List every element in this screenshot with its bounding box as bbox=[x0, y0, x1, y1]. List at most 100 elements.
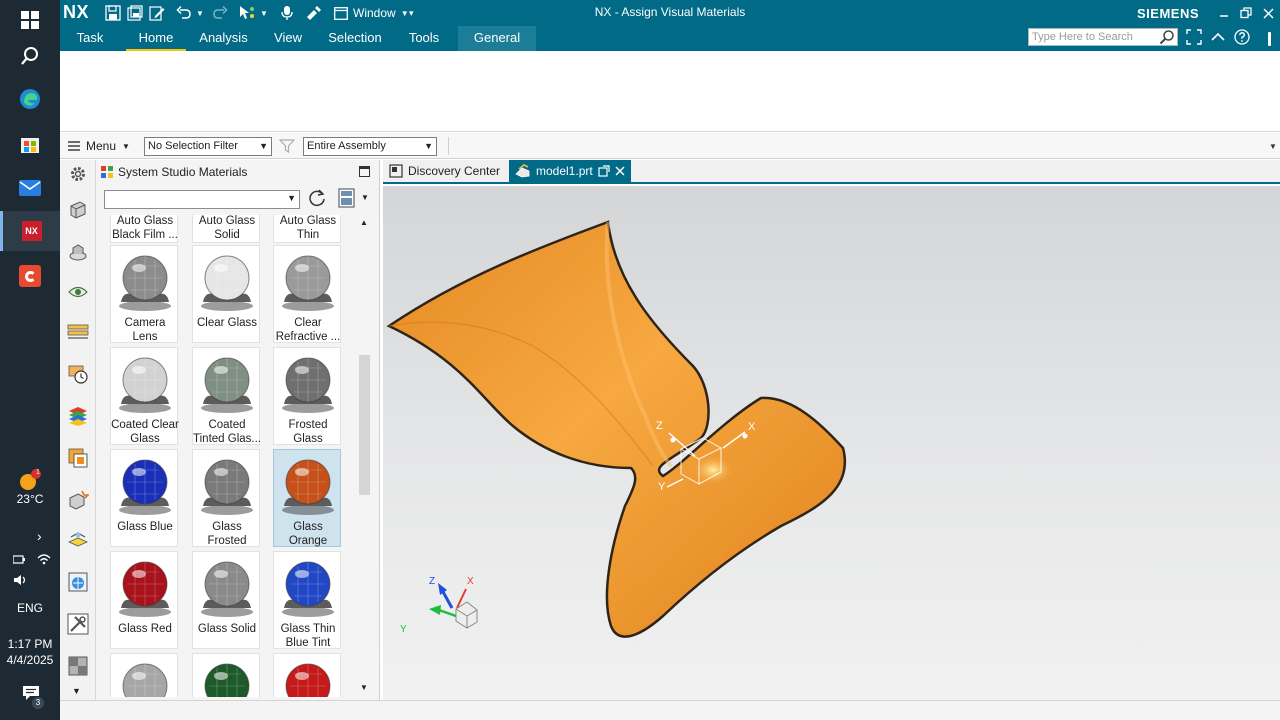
orange-surface-model[interactable] bbox=[386, 220, 847, 638]
tab-selection[interactable]: Selection bbox=[324, 26, 386, 51]
material-tile[interactable]: Glass Red bbox=[110, 551, 178, 649]
view-options-dropdown-icon[interactable]: ▼ bbox=[361, 193, 369, 202]
edge-browser-icon[interactable] bbox=[0, 79, 60, 119]
scrollbar-thumb[interactable] bbox=[359, 355, 370, 495]
roles-icon[interactable] bbox=[66, 528, 90, 552]
selection-filter-select[interactable]: No Selection Filter ▼ bbox=[144, 137, 272, 156]
model1-prt-label: model1.prt bbox=[536, 164, 593, 178]
search-icon[interactable] bbox=[1159, 29, 1175, 50]
material-tile[interactable]: Camera Lens bbox=[110, 245, 178, 343]
save-all-icon[interactable] bbox=[127, 3, 143, 23]
save-icon[interactable] bbox=[105, 3, 121, 23]
filter-icon[interactable] bbox=[278, 138, 296, 157]
history-icon[interactable] bbox=[66, 362, 90, 386]
window-menu[interactable]: Window ▼ bbox=[334, 3, 409, 23]
tab-home[interactable]: Home bbox=[126, 26, 186, 51]
full-screen-icon[interactable] bbox=[1186, 29, 1202, 48]
material-tile[interactable] bbox=[192, 653, 260, 697]
resource-bar-overflow-icon[interactable]: ▼ bbox=[72, 686, 81, 696]
nx-app-icon[interactable]: NX bbox=[0, 211, 60, 251]
layer-icon[interactable] bbox=[66, 446, 90, 470]
view-options-icon[interactable] bbox=[338, 188, 356, 211]
collapse-ribbon-icon[interactable] bbox=[1210, 29, 1226, 48]
input-language[interactable]: ENG bbox=[0, 601, 60, 615]
graphics-viewport[interactable]: Z Y X Z X Y bbox=[383, 186, 1280, 700]
material-category-select[interactable]: ▼ bbox=[104, 190, 300, 209]
material-tile[interactable]: Auto Glass Thin bbox=[273, 215, 341, 243]
volume-icon[interactable] bbox=[13, 574, 29, 589]
camtasia-icon[interactable] bbox=[0, 256, 60, 296]
reuse-library-icon[interactable] bbox=[66, 488, 90, 512]
clock-time[interactable]: 1:17 PM bbox=[0, 637, 60, 651]
undo-icon[interactable] bbox=[176, 3, 192, 23]
scroll-up-icon[interactable]: ▲ bbox=[360, 218, 368, 227]
minimize-icon[interactable] bbox=[1214, 3, 1234, 23]
tab-view[interactable]: View bbox=[269, 26, 307, 51]
visual-materials-icon[interactable] bbox=[66, 404, 90, 428]
material-tile[interactable]: Coated Tinted Glas... bbox=[192, 347, 261, 445]
settings-gear-icon[interactable] bbox=[66, 162, 90, 186]
windows-start-icon[interactable] bbox=[0, 0, 60, 40]
ribbon-options-handle[interactable] bbox=[1268, 32, 1271, 46]
customize-toolbar-icon[interactable]: ▾ bbox=[409, 3, 414, 23]
edit-document-icon[interactable] bbox=[149, 3, 165, 23]
tab-model1-prt[interactable]: model1.prt bbox=[509, 160, 631, 182]
material-tile[interactable]: Glass Solid bbox=[192, 551, 260, 649]
tools-icon[interactable] bbox=[66, 612, 90, 636]
part-navigator-icon[interactable] bbox=[66, 198, 90, 222]
close-window-icon[interactable] bbox=[1258, 3, 1278, 23]
selection-dropdown-icon[interactable]: ▼ bbox=[260, 3, 268, 23]
material-tile[interactable]: Glass Orange bbox=[273, 449, 341, 547]
visibility-eye-icon[interactable] bbox=[66, 280, 90, 304]
system-materials-icon[interactable] bbox=[66, 654, 90, 678]
material-tile[interactable]: Clear Glass bbox=[192, 245, 260, 343]
tab-task[interactable]: Task bbox=[68, 26, 112, 51]
tab-analysis[interactable]: Analysis bbox=[197, 26, 250, 51]
undo-dropdown-icon[interactable]: ▼ bbox=[196, 3, 204, 23]
material-tile[interactable]: Glass Blue bbox=[110, 449, 178, 547]
material-tile[interactable]: Auto Glass Solid bbox=[192, 215, 260, 243]
tab-discovery-center[interactable]: Discovery Center bbox=[383, 160, 506, 182]
material-tile[interactable]: Frosted Glass bbox=[273, 347, 341, 445]
maximize-panel-icon[interactable] bbox=[359, 166, 370, 177]
materials-scrollbar[interactable]: ▲ ▼ bbox=[356, 215, 372, 697]
command-finder-icon[interactable] bbox=[306, 3, 322, 23]
redo-icon[interactable] bbox=[212, 3, 228, 23]
close-tab-icon[interactable] bbox=[615, 166, 625, 176]
web-browser-icon[interactable] bbox=[66, 570, 90, 594]
restore-icon[interactable] bbox=[1236, 3, 1256, 23]
help-icon[interactable] bbox=[1234, 29, 1250, 48]
material-tile[interactable]: Coated Clear Glass bbox=[110, 347, 179, 445]
selection-tools-icon[interactable] bbox=[238, 3, 256, 23]
material-tile[interactable] bbox=[273, 653, 341, 697]
view-triad[interactable]: Z X Y bbox=[400, 576, 478, 635]
menu-button[interactable]: Menu ▼ bbox=[68, 137, 130, 155]
toolbar-divider bbox=[448, 137, 449, 155]
chevron-right-icon[interactable]: › bbox=[37, 528, 42, 544]
wifi-icon[interactable] bbox=[37, 553, 51, 568]
sequence-icon[interactable] bbox=[66, 320, 90, 344]
refresh-icon[interactable] bbox=[307, 188, 327, 211]
material-tile[interactable]: Clear Refractive ... bbox=[273, 245, 341, 343]
material-tile[interactable]: Glass Thin Blue Tint bbox=[273, 551, 341, 649]
mail-icon[interactable] bbox=[0, 168, 60, 208]
search-icon[interactable] bbox=[0, 36, 60, 76]
float-window-icon[interactable] bbox=[598, 165, 610, 177]
clock-date[interactable]: 4/4/2025 bbox=[0, 653, 60, 667]
microsoft-store-icon[interactable] bbox=[0, 124, 60, 164]
selection-bar: Menu ▼ No Selection Filter ▼ Entire Asse… bbox=[60, 133, 1280, 159]
tab-tools[interactable]: Tools bbox=[404, 26, 444, 51]
assembly-navigator-icon[interactable] bbox=[66, 240, 90, 264]
network-icon[interactable] bbox=[12, 553, 27, 568]
selection-scope-select[interactable]: Entire Assembly ▼ bbox=[303, 137, 437, 156]
material-tile[interactable] bbox=[110, 653, 178, 697]
microphone-icon[interactable] bbox=[280, 3, 294, 23]
scroll-down-icon[interactable]: ▼ bbox=[360, 683, 368, 692]
tab-general[interactable]: General bbox=[458, 26, 536, 51]
material-tile[interactable]: Auto Glass Black Film ... bbox=[110, 215, 178, 243]
weather-temperature[interactable]: 23°C bbox=[0, 492, 60, 506]
selection-bar-overflow-icon[interactable]: ▼ bbox=[1269, 142, 1277, 151]
material-tile[interactable]: Glass Frosted bbox=[192, 449, 260, 547]
command-search-input[interactable]: Type Here to Search bbox=[1028, 28, 1178, 46]
system-studio-materials-panel: System Studio Materials ▼ ▼ Auto Glass B… bbox=[96, 160, 380, 700]
